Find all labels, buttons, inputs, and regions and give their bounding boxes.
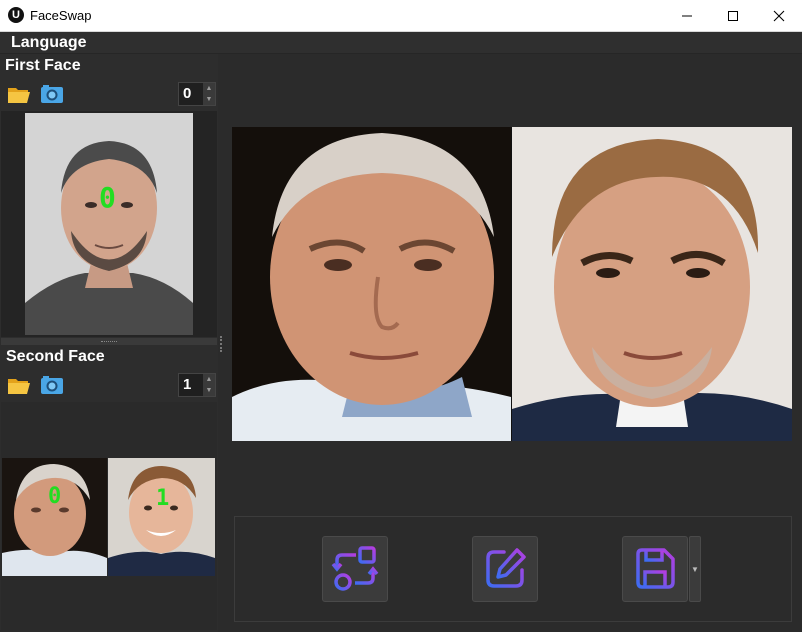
save-icon <box>636 548 675 589</box>
first-face-photo: 0 <box>25 113 193 335</box>
preview-original <box>232 127 511 441</box>
spin-down-icon[interactable]: ▼ <box>203 94 215 105</box>
chevron-down-icon: ▼ <box>691 564 699 574</box>
first-face-index-spinner[interactable]: 0 ▲ ▼ <box>178 82 216 106</box>
second-face-thumb-1: 1 <box>108 458 215 576</box>
app-logo-icon: U <box>8 7 24 23</box>
spin-down-icon[interactable]: ▼ <box>203 385 215 396</box>
thumb-tag-1: 1 <box>156 486 170 511</box>
first-face-portrait <box>25 113 193 335</box>
spin-up-icon[interactable]: ▲ <box>203 83 215 94</box>
save-button[interactable] <box>622 536 688 602</box>
spin-up-icon[interactable]: ▲ <box>203 374 215 385</box>
title-bar: U FaceSwap <box>0 0 802 32</box>
camera-icon[interactable] <box>40 84 66 104</box>
second-face-thumb-0: 0 <box>2 458 107 576</box>
panel-splitter[interactable] <box>1 338 217 345</box>
minimize-button[interactable] <box>664 0 710 31</box>
vertical-splitter-handle[interactable] <box>220 336 224 352</box>
thumb-tag-0: 0 <box>48 484 62 509</box>
second-face-index-value: 1 <box>183 376 192 393</box>
edit-button[interactable] <box>472 536 538 602</box>
menu-language[interactable]: Language <box>11 34 87 52</box>
window-title: FaceSwap <box>30 8 92 23</box>
save-options-dropdown[interactable]: ▼ <box>689 536 701 602</box>
first-face-label: First Face <box>5 57 81 74</box>
edit-icon <box>486 548 526 588</box>
maximize-icon <box>728 10 738 21</box>
maximize-button[interactable] <box>710 0 756 31</box>
first-face-image-area: 0 <box>1 111 217 337</box>
second-face-index-spinner[interactable]: 1 ▲ ▼ <box>178 373 216 397</box>
preview-result <box>512 127 792 441</box>
folder-icon[interactable] <box>7 375 33 395</box>
second-face-image-area: 0 1 <box>1 402 217 630</box>
minimize-icon <box>682 15 692 16</box>
swap-preview <box>232 127 792 441</box>
second-face-label: Second Face <box>6 348 105 365</box>
swap-button[interactable] <box>322 536 388 602</box>
first-face-index-value: 0 <box>183 85 192 102</box>
menu-bar: Language <box>0 32 802 54</box>
swap-icon <box>331 546 379 591</box>
folder-icon[interactable] <box>7 84 33 104</box>
first-face-tag: 0 <box>99 181 116 214</box>
close-button[interactable] <box>756 0 802 31</box>
close-icon <box>773 10 785 21</box>
camera-icon[interactable] <box>40 375 66 395</box>
